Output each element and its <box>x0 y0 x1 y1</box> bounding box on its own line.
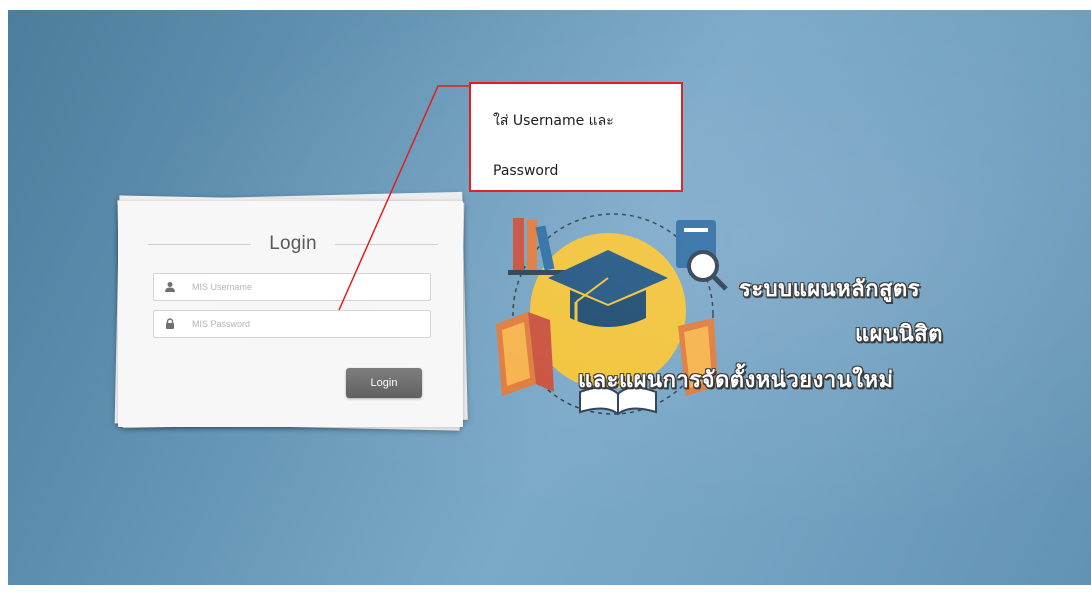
callout-text-line2: Password <box>493 163 559 179</box>
callout-text-line1: ใส่ Username และ <box>493 113 614 129</box>
instruction-callout: ใส่ Username และ Password <box>469 82 683 192</box>
screen-background: Login Login <box>8 10 1091 585</box>
